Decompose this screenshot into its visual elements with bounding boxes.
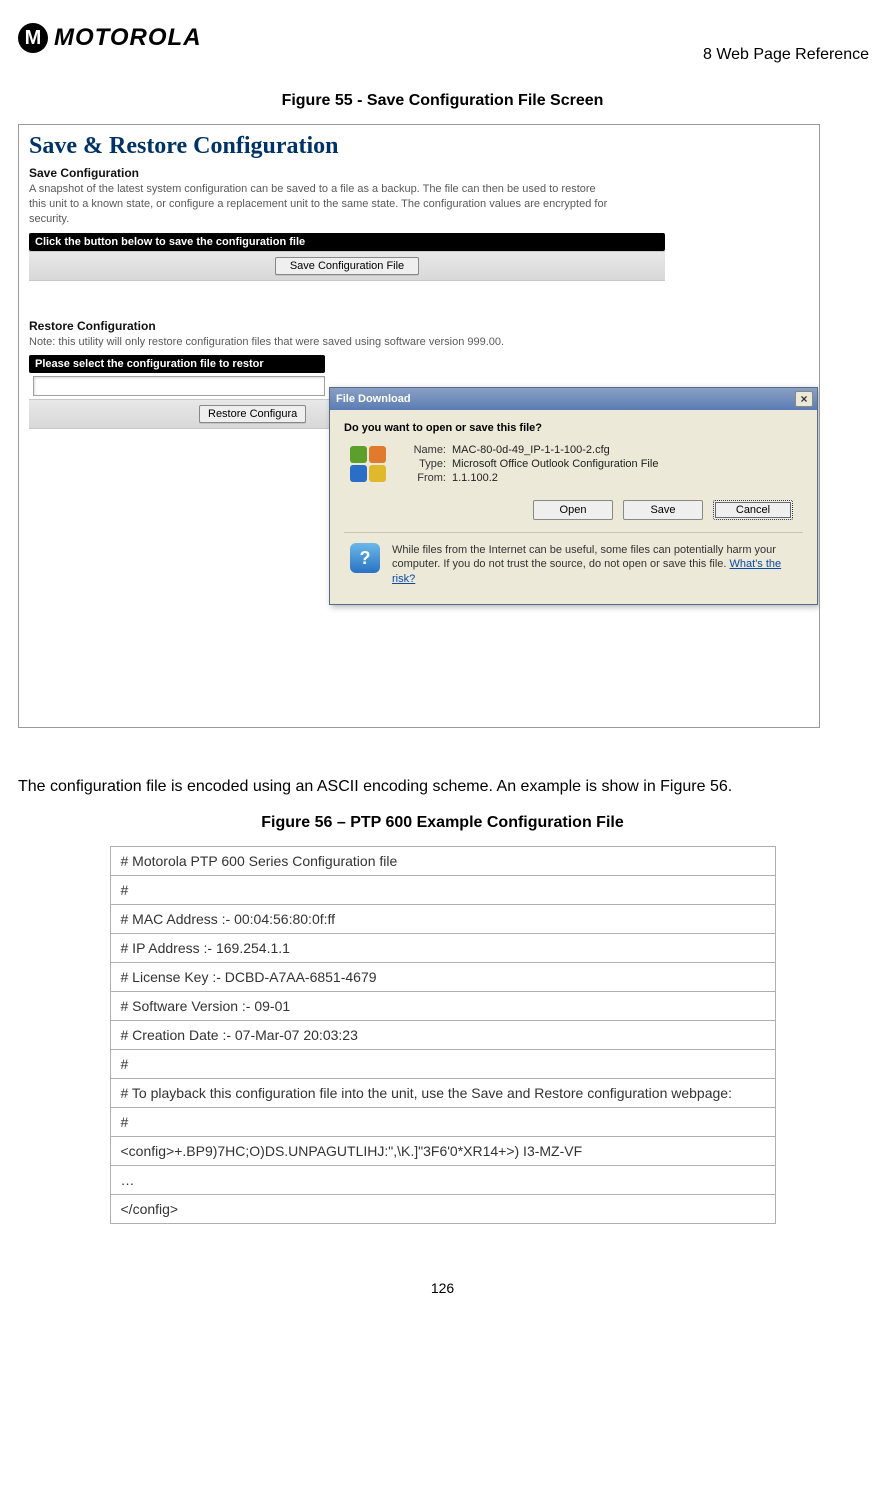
save-config-description: A snapshot of the latest system configur… bbox=[29, 182, 609, 227]
config-line: # License Key :- DCBD-A7AA-6851-4679 bbox=[110, 962, 775, 991]
screenshot-save-restore: Save & Restore Configuration Save Config… bbox=[18, 124, 820, 728]
brand-logo: M MOTOROLA bbox=[18, 23, 202, 53]
close-icon[interactable]: × bbox=[795, 391, 813, 407]
from-label: From: bbox=[400, 472, 446, 484]
config-line: # MAC Address :- 00:04:56:80:0f:ff bbox=[110, 904, 775, 933]
config-line: # bbox=[110, 1107, 775, 1136]
figure-56-caption: Figure 56 – PTP 600 Example Configuratio… bbox=[0, 814, 885, 832]
config-line: # Creation Date :- 07-Mar-07 20:03:23 bbox=[110, 1020, 775, 1049]
restore-note: Note: this utility will only restore con… bbox=[29, 335, 609, 350]
chapter-reference: 8 Web Page Reference bbox=[202, 12, 873, 64]
config-line: # To playback this configuration file in… bbox=[110, 1078, 775, 1107]
page-number: 126 bbox=[0, 1280, 885, 1316]
config-line: # bbox=[110, 875, 775, 904]
restore-instruction-bar: Please select the configuration file to … bbox=[29, 355, 325, 373]
dialog-question: Do you want to open or save this file? bbox=[344, 422, 803, 434]
config-line: # bbox=[110, 1049, 775, 1078]
security-warning-text: While files from the Internet can be use… bbox=[392, 543, 797, 586]
config-line: # Motorola PTP 600 Series Configuration … bbox=[110, 846, 775, 875]
dialog-title-text: File Download bbox=[336, 393, 411, 405]
file-download-dialog: File Download × Do you want to open or s… bbox=[329, 387, 818, 605]
type-label: Type: bbox=[400, 458, 446, 470]
filetype-icon bbox=[350, 446, 386, 482]
save-config-file-button[interactable]: Save Configuration File bbox=[275, 257, 419, 275]
from-value: 1.1.100.2 bbox=[452, 472, 498, 484]
restore-config-file-button[interactable]: Restore Configura bbox=[199, 405, 306, 423]
name-value: MAC-80-0d-49_IP-1-1-100-2.cfg bbox=[452, 444, 610, 456]
restore-button-row: Restore Configura bbox=[29, 399, 329, 429]
config-line: <config>+.BP9)7HC;O)DS.UNPAGUTLIHJ:",\K.… bbox=[110, 1136, 775, 1165]
save-config-heading: Save Configuration bbox=[29, 166, 809, 180]
warning-body: While files from the Internet can be use… bbox=[392, 544, 776, 570]
motorola-logo-icon: M bbox=[18, 23, 48, 53]
figure-55-caption: Figure 55 - Save Configuration File Scre… bbox=[0, 92, 885, 110]
config-line: </config> bbox=[110, 1194, 775, 1223]
config-file-input[interactable] bbox=[33, 376, 325, 396]
dialog-titlebar: File Download × bbox=[330, 388, 817, 410]
cancel-button[interactable]: Cancel bbox=[713, 500, 793, 520]
file-select-row bbox=[29, 373, 329, 399]
name-label: Name: bbox=[400, 444, 446, 456]
screen-title: Save & Restore Configuration bbox=[29, 133, 809, 160]
page-header: M MOTOROLA 8 Web Page Reference bbox=[0, 12, 885, 70]
save-instruction-bar: Click the button below to save the confi… bbox=[29, 233, 665, 251]
open-button[interactable]: Open bbox=[533, 500, 613, 520]
config-line: # IP Address :- 169.254.1.1 bbox=[110, 933, 775, 962]
save-button-row: Save Configuration File bbox=[29, 251, 665, 281]
shield-icon: ? bbox=[350, 543, 380, 573]
type-value: Microsoft Office Outlook Configuration F… bbox=[452, 458, 658, 470]
encoding-paragraph: The configuration file is encoded using … bbox=[18, 770, 867, 804]
config-line: … bbox=[110, 1165, 775, 1194]
restore-config-heading: Restore Configuration bbox=[29, 319, 809, 333]
file-details: Name: MAC-80-0d-49_IP-1-1-100-2.cfg Type:… bbox=[400, 444, 803, 486]
brand-text: MOTOROLA bbox=[54, 24, 202, 52]
save-button[interactable]: Save bbox=[623, 500, 703, 520]
example-config-file: # Motorola PTP 600 Series Configuration … bbox=[110, 846, 776, 1224]
config-line: # Software Version :- 09-01 bbox=[110, 991, 775, 1020]
